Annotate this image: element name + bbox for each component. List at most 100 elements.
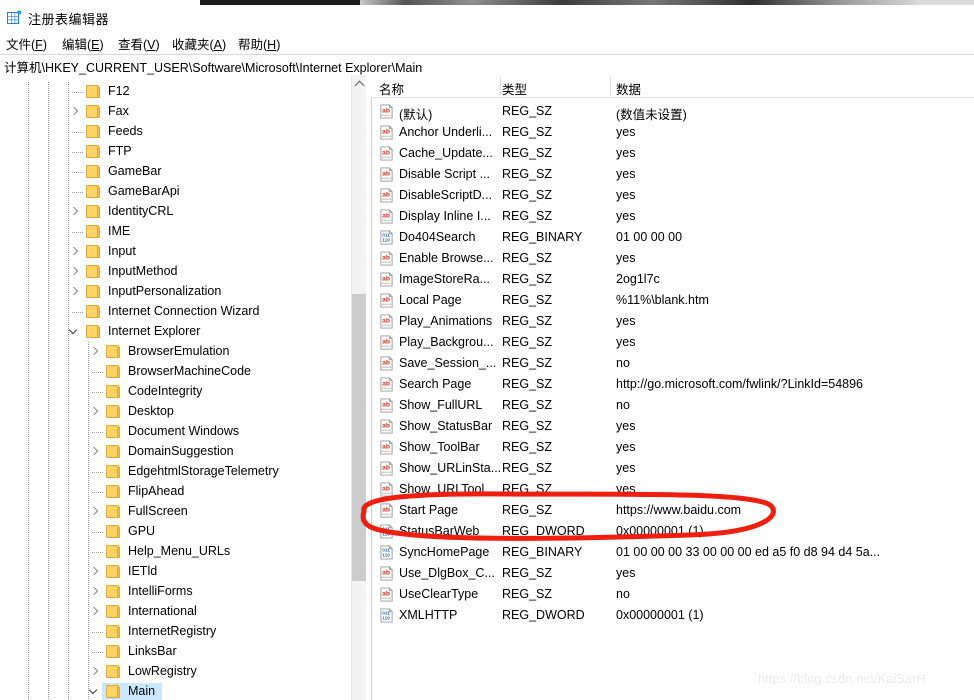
tree-item-browsermachinecode[interactable]: BrowserMachineCode xyxy=(0,362,351,382)
table-row[interactable]: ab Play_Backgrou... REG_SZ yes xyxy=(371,332,974,353)
column-header-3[interactable]: 数据 xyxy=(616,79,641,98)
string-value-icon: ab xyxy=(379,188,394,203)
tree-item-flipahead[interactable]: FlipAhead xyxy=(0,482,351,502)
tree-guide-line xyxy=(68,122,69,142)
address-bar[interactable]: 计算机\HKEY_CURRENT_USER\Software\Microsoft… xyxy=(0,54,974,76)
table-row[interactable]: ab Search Page REG_SZ http://go.microsoft.c… xyxy=(371,374,974,395)
chevron-right-icon[interactable] xyxy=(68,242,82,262)
tree-item-internet-explorer[interactable]: Internet Explorer xyxy=(0,322,351,342)
menu-item-1[interactable]: 文件(F) xyxy=(6,34,47,53)
chevron-right-icon[interactable] xyxy=(88,502,102,522)
tree-item-identitycrl[interactable]: IdentityCRL xyxy=(0,202,351,222)
table-row[interactable]: ab ImageStoreRa... REG_SZ 2og1l7c xyxy=(371,269,974,290)
value-type-cell: REG_DWORD xyxy=(502,608,585,622)
tree-guide-stub xyxy=(72,312,84,313)
tree-item-internetregistry[interactable]: InternetRegistry xyxy=(0,622,351,642)
table-row[interactable]: ab Show_FullURL REG_SZ no xyxy=(371,395,974,416)
table-row[interactable]: ab Show_URLinSta... REG_SZ yes xyxy=(371,458,974,479)
registry-key-tree[interactable]: F12 Fax Feeds FTP GameBar GameBarApi IdentityC… xyxy=(0,75,352,700)
folder-tab xyxy=(97,127,100,138)
table-row[interactable]: 011 110 StatusBarWeb REG_DWORD 0x00000001 (1… xyxy=(371,521,974,542)
table-row[interactable]: ab UseClearType REG_SZ no xyxy=(371,584,974,605)
tree-item-f12[interactable]: F12 xyxy=(0,82,351,102)
tree-item-desktop[interactable]: Desktop xyxy=(0,402,351,422)
chevron-down-icon[interactable] xyxy=(88,682,102,700)
menu-item-4[interactable]: 收藏夹(A) xyxy=(172,34,226,53)
registry-values-list[interactable]: 名称 类型 数据 ab (默认) REG_SZ (数值未设置) ab Anchor Under… xyxy=(371,75,974,700)
column-header-1[interactable]: 名称 xyxy=(379,79,404,98)
table-row[interactable]: ab Show_URLTool... REG_SZ yes xyxy=(371,479,974,500)
table-row[interactable]: 011 110 SyncHomePage REG_BINARY 01 00 00 00 … xyxy=(371,542,974,563)
tree-item-document-windows[interactable]: Document Windows xyxy=(0,422,351,442)
menu-item-2[interactable]: 编辑(E) xyxy=(62,34,104,53)
chevron-right-icon[interactable] xyxy=(68,202,82,222)
column-divider[interactable] xyxy=(610,77,611,95)
tree-item-gamebar[interactable]: GameBar xyxy=(0,162,351,182)
table-row[interactable]: ab Show_StatusBar REG_SZ yes xyxy=(371,416,974,437)
column-header-2[interactable]: 类型 xyxy=(502,79,527,98)
tree-item-gpu[interactable]: GPU xyxy=(0,522,351,542)
value-type-cell: REG_SZ xyxy=(502,419,553,433)
menu-item-5[interactable]: 帮助(H) xyxy=(238,34,280,53)
table-row[interactable]: ab Anchor Underli... REG_SZ yes xyxy=(371,122,974,143)
tree-item-main[interactable]: Main xyxy=(0,682,351,700)
tree-item-label: International xyxy=(128,604,197,618)
table-row[interactable]: ab Local Page REG_SZ %11%\blank.htm xyxy=(371,290,974,311)
chevron-right-icon[interactable] xyxy=(88,602,102,622)
tree-item-inputpersonalization[interactable]: InputPersonalization xyxy=(0,282,351,302)
chevron-right-icon[interactable] xyxy=(88,662,102,682)
chevron-right-icon[interactable] xyxy=(68,262,82,282)
value-type-cell: REG_SZ xyxy=(502,566,553,580)
chevron-right-icon[interactable] xyxy=(68,282,82,302)
tree-item-international[interactable]: International xyxy=(0,602,351,622)
tree-item-linksbar[interactable]: LinksBar xyxy=(0,642,351,662)
chevron-right-icon[interactable] xyxy=(88,402,102,422)
folder-icon xyxy=(106,525,121,538)
tree-item-domainsuggestion[interactable]: DomainSuggestion xyxy=(0,442,351,462)
table-row[interactable]: ab DisableScriptD... REG_SZ yes xyxy=(371,185,974,206)
tree-item-help-menu-urls[interactable]: Help_Menu_URLs xyxy=(0,542,351,562)
table-row[interactable]: ab Save_Session_... REG_SZ no xyxy=(371,353,974,374)
tree-item-codeintegrity[interactable]: CodeIntegrity xyxy=(0,382,351,402)
table-row[interactable]: ab (默认) REG_SZ (数值未设置) xyxy=(371,101,974,122)
table-row[interactable]: ab Use_DlgBox_C... REG_SZ yes xyxy=(371,563,974,584)
folder-icon xyxy=(86,285,101,298)
svg-text:ab: ab xyxy=(382,254,390,261)
tree-item-internet-connection-wizard[interactable]: Internet Connection Wizard xyxy=(0,302,351,322)
chevron-right-icon[interactable] xyxy=(88,442,102,462)
tree-item-ietld[interactable]: IETld xyxy=(0,562,351,582)
folder-icon xyxy=(106,365,121,378)
tree-item-browseremulation[interactable]: BrowserEmulation xyxy=(0,342,351,362)
tree-item-feeds[interactable]: Feeds xyxy=(0,122,351,142)
tree-item-ftp[interactable]: FTP xyxy=(0,142,351,162)
chevron-right-icon[interactable] xyxy=(88,582,102,602)
tree-item-ime[interactable]: IME xyxy=(0,222,351,242)
table-row[interactable]: ab Disable Script ... REG_SZ yes xyxy=(371,164,974,185)
table-row[interactable]: ab Display Inline I... REG_SZ yes xyxy=(371,206,974,227)
tree-item-lowregistry[interactable]: LowRegistry xyxy=(0,662,351,682)
table-row[interactable]: ab Start Page REG_SZ https://www.baidu.com xyxy=(371,500,974,521)
value-data-cell: no xyxy=(616,398,630,412)
list-column-header[interactable]: 名称 类型 数据 xyxy=(371,75,974,98)
table-row[interactable]: 011 110 XMLHTTP REG_DWORD 0x00000001 (1) xyxy=(371,605,974,626)
tree-item-inputmethod[interactable]: InputMethod xyxy=(0,262,351,282)
table-row[interactable]: ab Play_Animations REG_SZ yes xyxy=(371,311,974,332)
chevron-right-icon[interactable] xyxy=(88,342,102,362)
table-row[interactable]: ab Enable Browse... REG_SZ yes xyxy=(371,248,974,269)
tree-guide-line xyxy=(28,242,29,262)
chevron-right-icon[interactable] xyxy=(88,562,102,582)
tree-item-fullscreen[interactable]: FullScreen xyxy=(0,502,351,522)
table-row[interactable]: 011 110 Do404Search REG_BINARY 01 00 00 00 xyxy=(371,227,974,248)
table-row[interactable]: ab Show_ToolBar REG_SZ yes xyxy=(371,437,974,458)
tree-item-intelliforms[interactable]: IntelliForms xyxy=(0,582,351,602)
tree-item-input[interactable]: Input xyxy=(0,242,351,262)
column-divider[interactable] xyxy=(500,77,501,95)
table-row[interactable]: ab Cache_Update... REG_SZ yes xyxy=(371,143,974,164)
chevron-down-icon[interactable] xyxy=(68,322,82,342)
tree-item-gamebarapi[interactable]: GameBarApi xyxy=(0,182,351,202)
menu-item-3[interactable]: 查看(V) xyxy=(118,34,160,53)
tree-item-edgehtmlstoragetelemetry[interactable]: EdgehtmlStorageTelemetry xyxy=(0,462,351,482)
chevron-right-icon[interactable] xyxy=(68,102,82,122)
folder-tab xyxy=(117,587,120,598)
tree-item-fax[interactable]: Fax xyxy=(0,102,351,122)
